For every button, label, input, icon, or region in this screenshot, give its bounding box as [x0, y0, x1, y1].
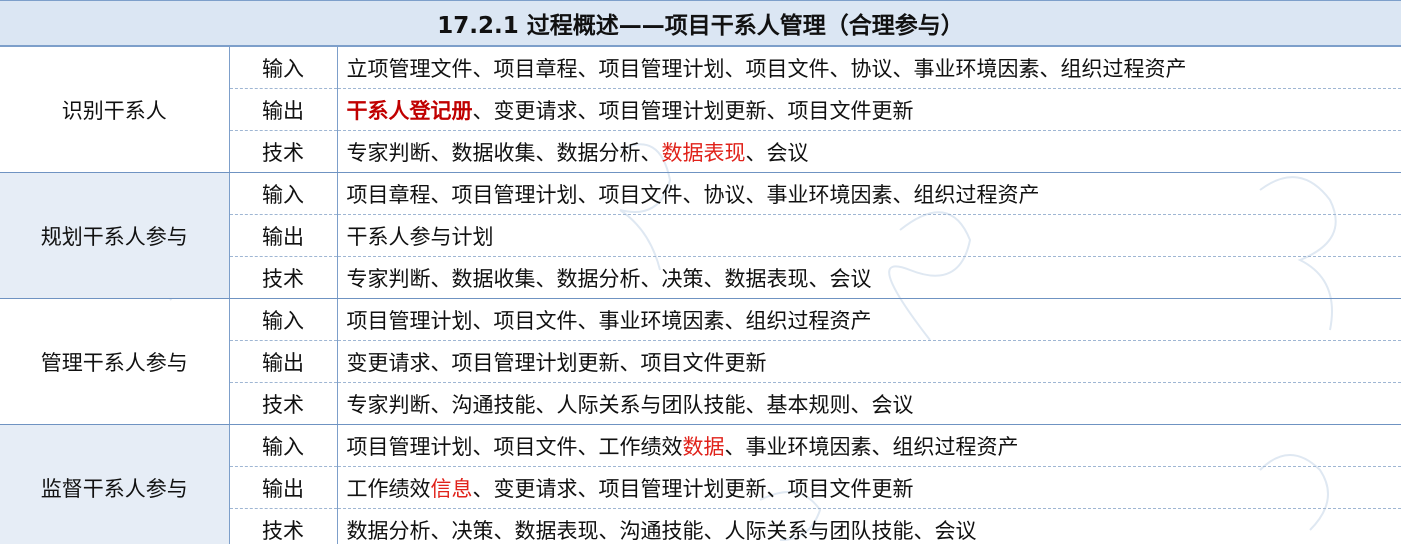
row-content: 专家判断、沟通技能、人际关系与团队技能、基本规则、会议	[337, 382, 1401, 425]
table-row: 管理干系人参与 输入 项目管理计划、项目文件、事业环境因素、组织过程资产	[0, 298, 1401, 425]
row-kind-label: 输出	[229, 466, 338, 509]
content-text: 、变更请求、项目管理计划更新、项目文件更新	[472, 476, 914, 501]
row-content: 立项管理文件、项目章程、项目管理计划、项目文件、协议、事业环境因素、组织过程资产	[337, 46, 1401, 89]
row-content: 专家判断、数据收集、数据分析、决策、数据表现、会议	[337, 256, 1401, 299]
content-text: 专家判断、沟通技能、人际关系与团队技能、基本规则、会议	[346, 392, 914, 417]
row-content: 干系人登记册、变更请求、项目管理计划更新、项目文件更新	[337, 88, 1401, 131]
content-text: 项目管理计划、项目文件、工作绩效	[346, 434, 683, 459]
highlighted-text: 信息	[430, 476, 473, 501]
process-group-name: 管理干系人参与	[0, 298, 230, 425]
row-kind-label: 输入	[229, 298, 338, 341]
page-title: 17.2.1 过程概述——项目干系人管理（合理参与）	[0, 0, 1401, 47]
row-content: 工作绩效信息、变更请求、项目管理计划更新、项目文件更新	[337, 466, 1401, 509]
table-row: 规划干系人参与 输入 项目章程、项目管理计划、项目文件、协议、事业环境因素、组织过程…	[0, 172, 1401, 299]
content-text: 干系人参与计划	[346, 224, 494, 249]
process-group-name: 监督干系人参与	[0, 424, 230, 544]
row-kind-label: 输出	[229, 340, 338, 383]
process-table: 17.2.1 过程概述——项目干系人管理（合理参与） 识别干系人 输入 立项管理文件…	[0, 0, 1401, 544]
row-kind-label: 技术	[229, 508, 338, 544]
row-kind-label: 技术	[229, 130, 338, 173]
content-text: 专家判断、数据收集、数据分析、	[346, 140, 662, 165]
content-text: 项目章程、项目管理计划、项目文件、协议、事业环境因素、组织过程资产	[346, 182, 1040, 207]
row-content: 项目管理计划、项目文件、事业环境因素、组织过程资产	[337, 298, 1401, 341]
row-content: 数据分析、决策、数据表现、沟通技能、人际关系与团队技能、会议	[337, 508, 1401, 544]
row-content: 专家判断、数据收集、数据分析、数据表现、会议	[337, 130, 1401, 173]
row-kind-label: 技术	[229, 382, 338, 425]
content-text: 变更请求、项目管理计划更新、项目文件更新	[346, 350, 767, 375]
content-text: 工作绩效	[346, 476, 431, 501]
row-kind-label: 输入	[229, 46, 338, 89]
row-kind-label: 输出	[229, 214, 338, 257]
process-group-name: 规划干系人参与	[0, 172, 230, 299]
process-group-name: 识别干系人	[0, 46, 230, 173]
slide: 17.2.1 过程概述——项目干系人管理（合理参与） 识别干系人 输入 立项管理文件…	[0, 0, 1401, 544]
row-content: 项目章程、项目管理计划、项目文件、协议、事业环境因素、组织过程资产	[337, 172, 1401, 215]
table-row: 识别干系人 输入 立项管理文件、项目章程、项目管理计划、项目文件、协议、事业环境因素…	[0, 46, 1401, 173]
row-content: 项目管理计划、项目文件、工作绩效数据、事业环境因素、组织过程资产	[337, 424, 1401, 467]
content-text: 、事业环境因素、组织过程资产	[724, 434, 1019, 459]
content-text: 立项管理文件、项目章程、项目管理计划、项目文件、协议、事业环境因素、组织过程资产	[346, 56, 1187, 81]
table-body: 识别干系人 输入 立项管理文件、项目章程、项目管理计划、项目文件、协议、事业环境因素…	[0, 46, 1401, 544]
row-kind-label: 输入	[229, 172, 338, 215]
highlighted-text: 干系人登记册	[346, 98, 473, 123]
highlighted-text: 数据	[682, 434, 725, 459]
row-kind-label: 输入	[229, 424, 338, 467]
row-content: 变更请求、项目管理计划更新、项目文件更新	[337, 340, 1401, 383]
row-kind-label: 技术	[229, 256, 338, 299]
content-text: 专家判断、数据收集、数据分析、决策、数据表现、会议	[346, 266, 872, 291]
table-row: 监督干系人参与 输入 项目管理计划、项目文件、工作绩效数据、事业环境因素、组织过程资…	[0, 424, 1401, 544]
content-text: 、变更请求、项目管理计划更新、项目文件更新	[472, 98, 914, 123]
content-text: 项目管理计划、项目文件、事业环境因素、组织过程资产	[346, 308, 872, 333]
row-content: 干系人参与计划	[337, 214, 1401, 257]
highlighted-text: 数据表现	[661, 140, 746, 165]
content-text: 数据分析、决策、数据表现、沟通技能、人际关系与团队技能、会议	[346, 518, 977, 543]
content-text: 、会议	[745, 140, 809, 165]
row-kind-label: 输出	[229, 88, 338, 131]
